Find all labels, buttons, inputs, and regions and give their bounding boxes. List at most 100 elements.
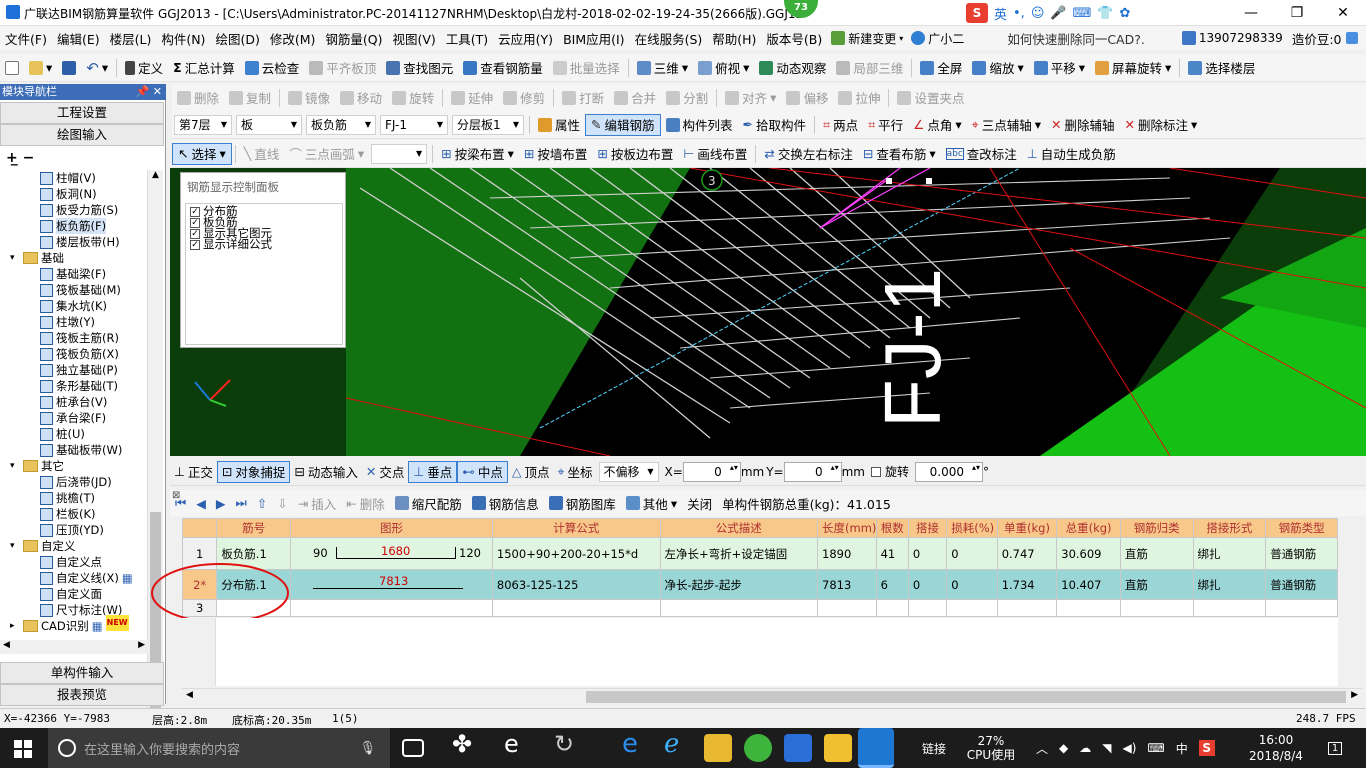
menu-version[interactable]: 版本号(B) [761, 29, 827, 48]
voice-icon[interactable]: 🎤 [1050, 6, 1066, 21]
tree-item[interactable]: 板受力筋(S) [40, 202, 118, 218]
help-question-link[interactable]: 如何快速删除同一CAD?. [1002, 29, 1150, 48]
edge-icon[interactable]: e [622, 729, 650, 759]
cell-lap[interactable]: 0 [907, 537, 948, 570]
expand-toggle-icon[interactable]: ▾ [10, 538, 20, 554]
tree-item[interactable]: 板洞(N) [40, 186, 97, 202]
tree-item[interactable]: 柱帽(V) [40, 170, 96, 186]
rotate-checkbox[interactable] [870, 466, 881, 477]
col-header[interactable]: 总重(kg) [1056, 518, 1121, 538]
taskbar-search[interactable]: 在这里输入你要搜索的内容 🎙 [48, 728, 390, 768]
col-header[interactable]: 图形 [290, 518, 493, 538]
drawing-viewport[interactable]: 3 FJ-1 [170, 168, 1366, 456]
emoji-icon[interactable]: ☺ [1031, 6, 1045, 21]
vertex-snap-button[interactable]: △ 顶点 [508, 462, 554, 481]
delete-row-button[interactable]: ⇤ 删除 [341, 494, 390, 513]
empty-cell[interactable] [1056, 599, 1121, 617]
notes-app-icon[interactable] [824, 734, 852, 762]
sogou-tray-icon[interactable]: S [1198, 740, 1215, 756]
top-view-button[interactable]: 俯视 ▾ [693, 58, 754, 77]
maximize-button[interactable]: ❐ [1274, 0, 1320, 26]
rotate-screen-button[interactable]: 屏幕旋转 ▾ [1090, 58, 1176, 77]
cell-desc[interactable]: 净长-起步-起步 [659, 569, 819, 600]
mirror-button[interactable]: 镜像 [283, 88, 335, 107]
people-icon[interactable]: ☁ [1079, 741, 1091, 755]
menu-edit[interactable]: 编辑(E) [52, 29, 105, 48]
find-element-button[interactable]: 查找图元 [381, 58, 458, 77]
menu-cloud[interactable]: 云应用(Y) [493, 29, 558, 48]
price-icon[interactable] [1346, 32, 1359, 44]
tree-item[interactable]: 桩承台(V) [40, 394, 107, 410]
col-header[interactable]: 钢筋归类 [1119, 518, 1194, 538]
col-header[interactable]: 根数 [875, 518, 909, 538]
define-button[interactable]: 定义 [120, 58, 168, 77]
edge-legacy-icon[interactable]: e [504, 730, 532, 758]
fullscreen-button[interactable]: 全屏 [915, 58, 967, 77]
swap-labels-button[interactable]: ⇄ 交换左右标注 [759, 144, 858, 163]
point-angle-button[interactable]: ∠ 点角 ▾ [908, 115, 967, 134]
view-rebar-qty-button[interactable]: 查看钢筋量 [458, 58, 548, 77]
cell-count[interactable]: 6 [875, 569, 909, 600]
cell-rebar-type[interactable]: 普通钢筋 [1265, 537, 1338, 570]
rotate-input[interactable]: 0.000 [915, 461, 983, 482]
tree-item[interactable]: 承台梁(F) [40, 410, 106, 426]
place-by-beam-button[interactable]: ⊞ 按梁布置 ▾ [436, 144, 519, 163]
batch-select-button[interactable]: 批量选择 [548, 58, 625, 77]
action-center-icon[interactable]: 1 [1320, 728, 1350, 768]
cell-class[interactable]: 直筋 [1119, 537, 1194, 570]
three-point-axis-button[interactable]: ⌖ 三点辅轴 ▾ [967, 115, 1046, 134]
pan-button[interactable]: 平移 ▾ [1029, 58, 1090, 77]
cell-formula[interactable]: 1500+90+200-20+15*d [491, 537, 661, 570]
nav-hscroll[interactable]: ◀ ▶ [0, 640, 148, 654]
menu-draw[interactable]: 绘图(D) [210, 29, 264, 48]
empty-cell[interactable] [491, 599, 661, 617]
cell-total-weight[interactable]: 30.609 [1056, 537, 1121, 570]
three-point-arc-button[interactable]: ⌒ 三点画弧 ▾ [284, 144, 369, 163]
tree-item[interactable]: 基础梁(F) [40, 266, 106, 282]
menu-bim[interactable]: BIM应用(I) [558, 29, 630, 48]
col-header[interactable]: 公式描述 [659, 518, 819, 538]
grip-handle[interactable] [926, 178, 932, 184]
next-record-button[interactable]: ▶ [211, 496, 231, 511]
cell-figure[interactable]: 7813 [290, 569, 493, 600]
cell-count[interactable]: 41 [875, 537, 909, 570]
line-button[interactable]: ╲ 直线 [239, 144, 285, 163]
empty-cell[interactable] [1119, 599, 1194, 617]
tree-item[interactable]: 筏板主筋(R) [40, 330, 119, 346]
tree-folder[interactable]: ▾ 其它 [10, 458, 64, 474]
col-header[interactable]: 计算公式 [491, 518, 661, 538]
set-grip-button[interactable]: 设置夹点 [892, 88, 969, 107]
object-snap-button[interactable]: ⊡ 对象捕捉 [216, 460, 291, 483]
table-row[interactable]: 1 板负筋.1 90 1680 120 1500+90+200-20+15*d … [181, 537, 1338, 570]
expand-toggle-icon[interactable]: ▸ [10, 618, 20, 634]
table-row-selected[interactable]: 2* 分布筋.1 7813 8063-125-125 净长-起步-起步 7813… [181, 569, 1338, 600]
check-annotation-button[interactable]: abc 查改标注 [941, 144, 1022, 163]
ime-lang[interactable]: 中 [1176, 740, 1188, 757]
user-icon[interactable]: 👕 [1097, 6, 1113, 21]
expand-collapse-icons[interactable]: +̲ − [6, 150, 34, 166]
stretch-button[interactable]: 拉伸 [833, 88, 885, 107]
edit-rebar-button[interactable]: ✎ 编辑钢筋 [585, 113, 661, 136]
view-rebar-layout-button[interactable]: ⊟ 查看布筋 ▾ [858, 144, 941, 163]
arc-option-select[interactable]: ▼ [371, 143, 428, 164]
calculate-button[interactable]: Σ 汇总计算 [168, 58, 240, 77]
tray-link[interactable]: 链接 [922, 728, 946, 768]
save-icon[interactable] [57, 60, 81, 75]
pin-close-icon[interactable]: 📌 ✕ [136, 84, 162, 100]
cell-figure[interactable]: 90 1680 120 [290, 537, 493, 570]
cell-loss[interactable]: 0 [946, 569, 998, 600]
layer-select[interactable]: 分层板1 ▼ [452, 114, 524, 135]
cell-class[interactable]: 直筋 [1119, 569, 1194, 600]
align-slab-top-button[interactable]: 平齐板顶 [304, 58, 381, 77]
menu-help[interactable]: 帮助(H) [707, 29, 761, 48]
copy-button[interactable]: 复制 [224, 88, 276, 107]
keyboard-icon[interactable]: ⌨ [1073, 6, 1092, 21]
tree-folder[interactable]: ▾ 自定义 [10, 538, 76, 554]
tree-item[interactable]: 自定义面 [40, 586, 102, 602]
subtype-select[interactable]: 板负筋 ▼ [306, 114, 376, 135]
tree-item[interactable]: 栏板(K) [40, 506, 96, 522]
tree-item[interactable]: 压顶(YD) [40, 522, 104, 538]
cell-lap[interactable]: 0 [907, 569, 948, 600]
col-header[interactable]: 搭接 [907, 518, 948, 538]
intersection-snap-button[interactable]: ✕ 交点 [362, 462, 409, 481]
